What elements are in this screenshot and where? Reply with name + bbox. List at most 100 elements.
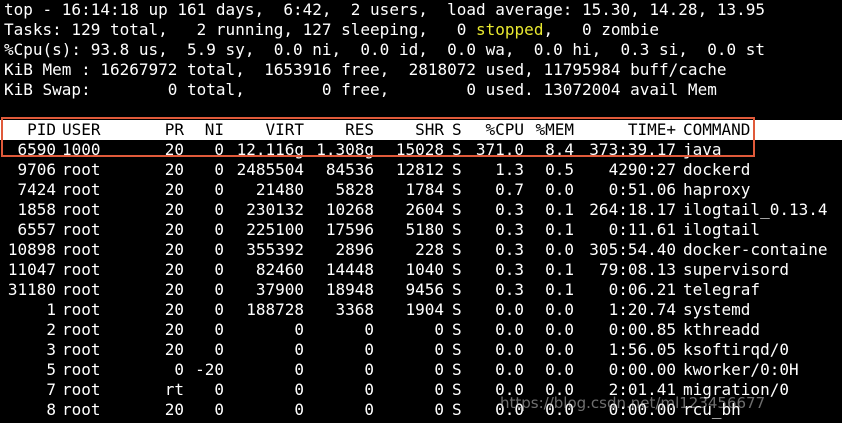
proc-virt: 37900 [255, 280, 304, 299]
proc-pid: 31180 [7, 280, 56, 299]
proc-pid: 3 [46, 340, 56, 359]
proc-res: 10268 [325, 200, 374, 219]
proc-res: 17596 [325, 220, 374, 239]
proc-command: ilogtail [683, 220, 761, 239]
proc-time: 1:20.74 [608, 300, 676, 319]
proc-state: S [452, 360, 462, 379]
process-row[interactable]: 7424 root 20 0 21480 5828 1784 S 0.7 0.0 0:51.06 ha… [0, 180, 842, 200]
proc-cpu: 0.7 [495, 180, 524, 199]
proc-command: systemd [683, 300, 751, 319]
proc-time: 0:11.61 [608, 220, 676, 239]
proc-pid: 11047 [7, 260, 56, 279]
process-row[interactable]: 1 root 20 0 188728 3368 1904 S 0.0 0.0 1:20.74 syst… [0, 300, 842, 320]
proc-mem: 0.0 [545, 340, 574, 359]
process-row[interactable]: 3 root 20 0 0 0 0 S 0.0 0.0 1:56.05 ksoftirqd/0 [0, 340, 842, 360]
proc-user: root [62, 360, 101, 379]
proc-user: root [62, 280, 101, 299]
proc-shr: 0 [434, 400, 444, 419]
proc-time: 264:18.17 [589, 200, 676, 219]
proc-ni: 0 [214, 320, 224, 339]
proc-ni: 0 [214, 400, 224, 419]
proc-ni: 0 [214, 280, 224, 299]
proc-state: S [452, 380, 462, 399]
proc-user: root [62, 320, 101, 339]
proc-pid: 6557 [17, 220, 56, 239]
proc-user: root [62, 220, 101, 239]
proc-cpu: 0.3 [495, 260, 524, 279]
proc-shr: 0 [434, 320, 444, 339]
proc-ni: 0 [214, 160, 224, 179]
top-mem-line: KiB Mem : 16267972 total, 1653916 free, … [4, 60, 727, 79]
watermark: https://blog.csdn.net/ml123456677 [500, 394, 766, 412]
proc-shr: 1904 [405, 300, 444, 319]
top-tasks-line: Tasks: 129 total, 2 running, 127 sleepin… [4, 20, 659, 40]
proc-ni: 0 [214, 300, 224, 319]
process-row[interactable]: 9706 root 20 0 2485504 84536 12812 S 1.3 0.5 4290:… [0, 160, 842, 180]
proc-mem: 0.0 [545, 360, 574, 379]
proc-state: S [452, 160, 462, 179]
proc-virt: 230132 [246, 200, 304, 219]
proc-cpu: 0.0 [495, 340, 524, 359]
proc-state: S [452, 400, 462, 419]
proc-cpu: 0.0 [495, 320, 524, 339]
proc-time: 4290:27 [608, 160, 676, 179]
process-row[interactable]: 11047 root 20 0 82460 14448 1040 S 0.3 0.1 79:08.1… [0, 260, 842, 280]
process-row[interactable]: 6557 root 20 0 225100 17596 5180 S 0.3 0.1 0:11.61… [0, 220, 842, 240]
proc-command: dockerd [683, 160, 751, 179]
process-row[interactable]: 1858 root 20 0 230132 10268 2604 S 0.3 0.1 264:18.… [0, 200, 842, 220]
proc-mem: 0.0 [545, 320, 574, 339]
proc-virt: 355392 [246, 240, 304, 259]
proc-user: root [62, 260, 101, 279]
proc-shr: 1040 [405, 260, 444, 279]
process-row[interactable]: 31180 root 20 0 37900 18948 9456 S 0.3 0.1 0:06.21… [0, 280, 842, 300]
proc-pid: 7424 [17, 180, 56, 199]
proc-user: root [62, 180, 101, 199]
proc-pr: 20 [164, 240, 184, 259]
proc-command: kthreadd [683, 320, 761, 339]
proc-pr: 20 [164, 260, 184, 279]
proc-res: 0 [364, 360, 374, 379]
proc-pid: 9706 [17, 160, 56, 179]
proc-state: S [452, 320, 462, 339]
proc-shr: 228 [415, 240, 444, 259]
proc-res: 2896 [335, 240, 374, 259]
proc-user: root [62, 240, 101, 259]
proc-shr: 0 [434, 380, 444, 399]
proc-time: 305:54.40 [589, 240, 676, 259]
proc-cpu: 0.3 [495, 200, 524, 219]
proc-pr: rt [164, 380, 184, 399]
proc-mem: 0.1 [545, 200, 574, 219]
process-row[interactable]: 10898 root 20 0 355392 2896 228 S 0.3 0.0 305:54.4… [0, 240, 842, 260]
highlight-box [1, 117, 755, 157]
proc-state: S [452, 280, 462, 299]
proc-res: 5828 [335, 180, 374, 199]
proc-pr: 20 [164, 220, 184, 239]
proc-state: S [452, 300, 462, 319]
proc-shr: 9456 [405, 280, 444, 299]
proc-state: S [452, 260, 462, 279]
proc-pid: 10898 [7, 240, 56, 259]
proc-mem: 0.5 [545, 160, 574, 179]
proc-shr: 5180 [405, 220, 444, 239]
process-row[interactable]: 2 root 20 0 0 0 0 S 0.0 0.0 0:00.85 kthreadd [0, 320, 842, 340]
proc-virt: 0 [294, 400, 304, 419]
proc-mem: 0.1 [545, 220, 574, 239]
proc-pr: 20 [164, 280, 184, 299]
proc-state: S [452, 220, 462, 239]
proc-virt: 0 [294, 340, 304, 359]
proc-pid: 5 [46, 360, 56, 379]
proc-pr: 0 [174, 360, 184, 379]
proc-ni: 0 [214, 260, 224, 279]
proc-shr: 1784 [405, 180, 444, 199]
process-row[interactable]: 5 root 0 -20 0 0 0 S 0.0 0.0 0:00.00 kworker/0:0H [0, 360, 842, 380]
proc-shr: 2604 [405, 200, 444, 219]
top-cpu-line: %Cpu(s): 93.8 us, 5.9 sy, 0.0 ni, 0.0 id… [4, 40, 765, 59]
proc-user: root [62, 200, 101, 219]
terminal-window[interactable]: top - 16:14:18 up 161 days, 6:42, 2 user… [0, 0, 842, 423]
proc-time: 0:51.06 [608, 180, 676, 199]
proc-command: kworker/0:0H [683, 360, 799, 379]
proc-ni: 0 [214, 180, 224, 199]
proc-user: root [62, 340, 101, 359]
proc-res: 0 [364, 320, 374, 339]
proc-virt: 2485504 [236, 160, 304, 179]
